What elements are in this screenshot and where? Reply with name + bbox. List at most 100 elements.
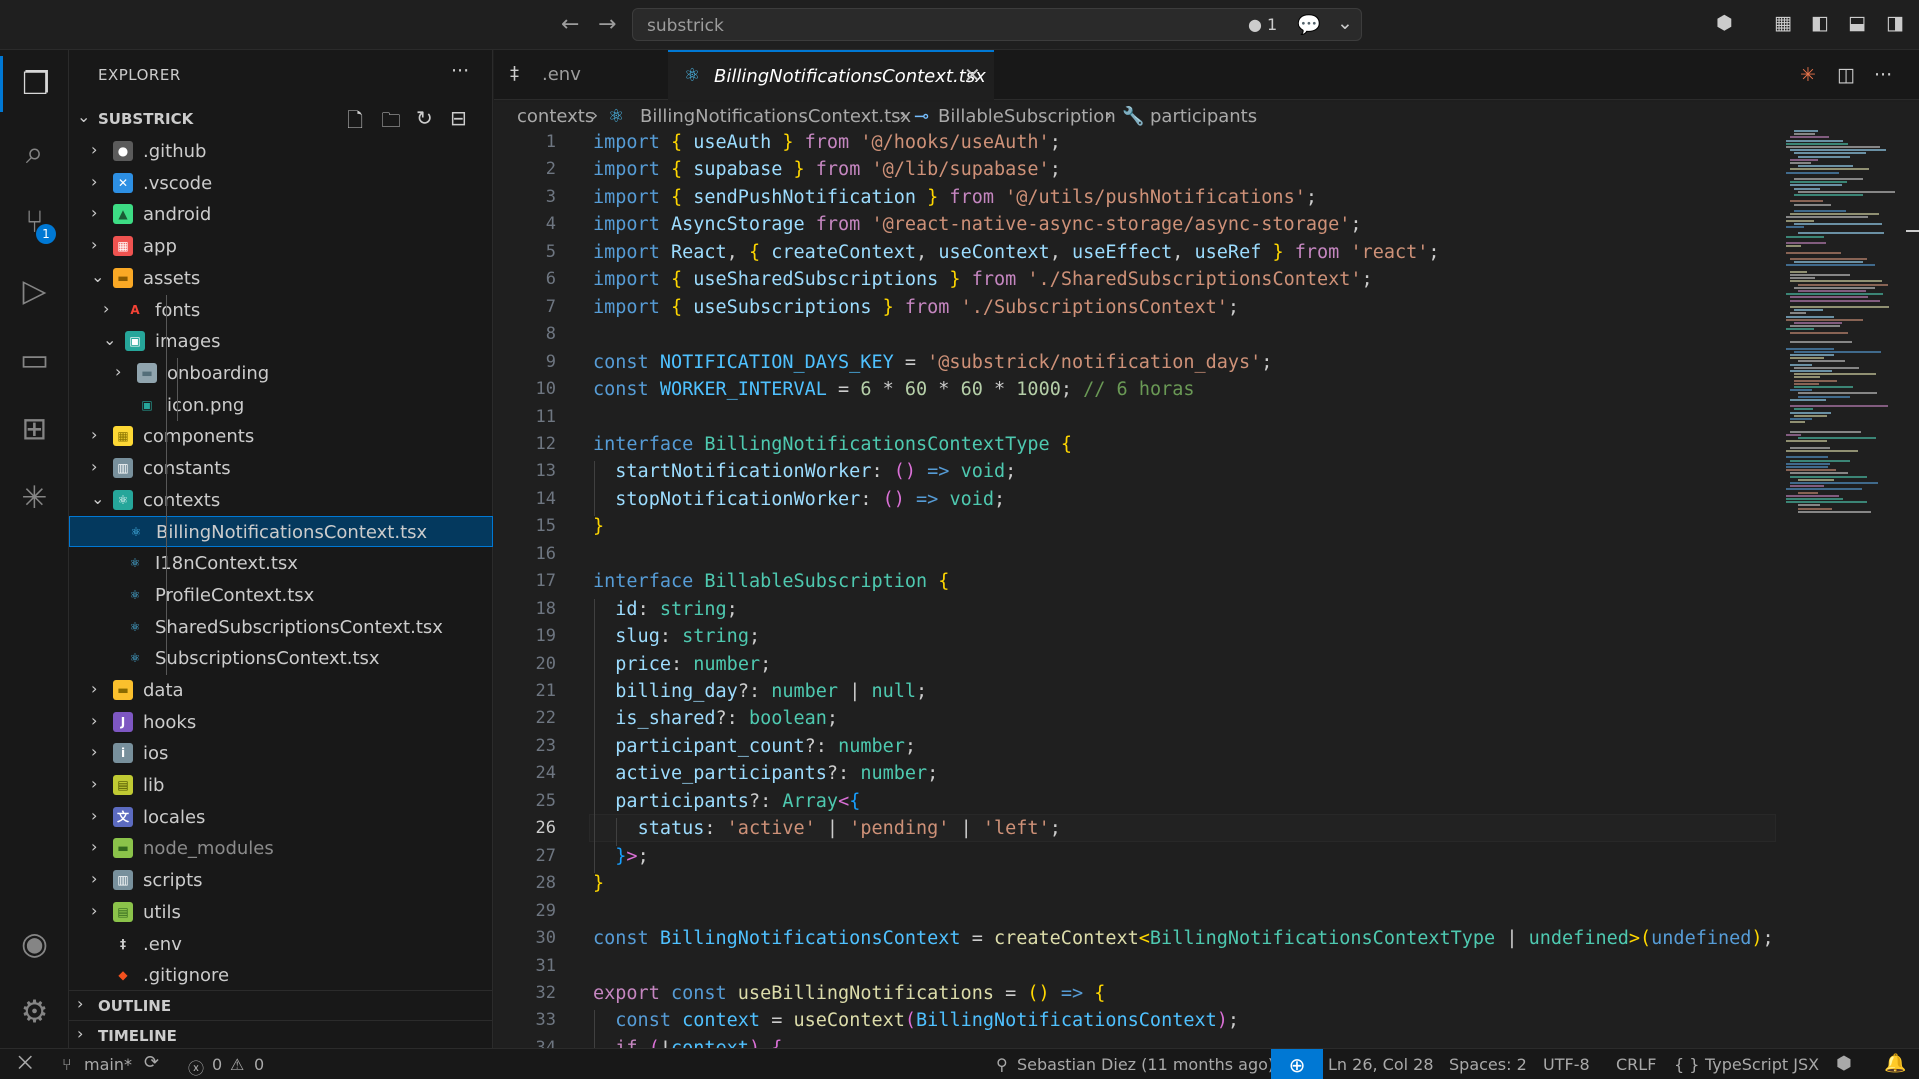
tree-item[interactable]: ◆ .gitignore [69, 960, 493, 991]
sync-icon[interactable]: ⟳ [144, 1052, 159, 1073]
more-actions-icon[interactable]: ··· [1874, 64, 1892, 86]
tree-item[interactable]: › ▬ node_modules [69, 833, 493, 864]
tree-item[interactable]: ⌄ ▣ images [69, 326, 493, 357]
chevron-down-icon[interactable]: ⌄ [1337, 12, 1353, 34]
chat-icon[interactable]: 💬 [1297, 13, 1321, 36]
cursor-position[interactable]: Ln 26, Col 28 [1328, 1055, 1434, 1074]
code-token: import [593, 269, 671, 291]
tree-item[interactable]: › ▥ constants [69, 453, 493, 484]
refresh-icon[interactable]: ↻ [416, 106, 433, 130]
remote-indicator-icon[interactable]: ⨉ [18, 1053, 32, 1074]
tree-item[interactable]: › i ios [69, 738, 493, 769]
new-file-icon[interactable]: 🗋 [347, 106, 363, 140]
toggle-secondary-sidebar-icon[interactable]: ◨ [1886, 12, 1908, 34]
claude-icon[interactable]: ✳ [0, 470, 69, 526]
code-token: const [593, 379, 660, 401]
manage-gear-icon[interactable]: ⚙ [0, 984, 69, 1040]
error-count[interactable]: 0 [212, 1055, 222, 1074]
tree-item[interactable]: › ▦ app [69, 231, 493, 262]
indentation[interactable]: Spaces: 2 [1449, 1055, 1527, 1074]
new-folder-icon[interactable]: 🗀 [381, 106, 401, 140]
code-token: is_shared [615, 708, 716, 730]
tab-env[interactable]: ‡ .env [494, 50, 668, 100]
tree-item[interactable]: › Afonts [69, 295, 493, 326]
warning-count[interactable]: 0 [254, 1055, 264, 1074]
search-text: substrick [647, 16, 724, 36]
tree-item[interactable]: › ▤ utils [69, 897, 493, 928]
minimap-line [1790, 158, 1818, 161]
accounts-icon[interactable]: ◉ [0, 916, 69, 972]
tree-item[interactable]: › ✕ .vscode [69, 168, 493, 199]
tree-item[interactable]: › Jhooks [69, 707, 493, 738]
more-actions-icon[interactable]: ··· [451, 60, 469, 82]
code-token: void [949, 488, 995, 510]
split-editor-icon[interactable]: ◫ [1837, 64, 1855, 86]
tree-item[interactable]: › ▤ lib [69, 770, 493, 801]
search-icon[interactable]: ⌕ [0, 125, 69, 181]
tree-item[interactable]: › ▥ scripts [69, 865, 493, 896]
env-file-icon: ‡ [510, 63, 519, 84]
git-branch[interactable]: main* [84, 1055, 132, 1074]
breadcrumb-interface[interactable]: BillableSubscription [938, 106, 1116, 127]
indent-guide [166, 294, 167, 517]
tree-item[interactable]: ▣ icon.png [69, 390, 493, 421]
tree-item[interactable]: ⌄ ⚛ contexts [69, 485, 493, 516]
copilot-icon[interactable]: ⬢ [1716, 12, 1738, 34]
tree-item[interactable]: › ● .github [69, 136, 493, 167]
timeline-section[interactable]: › TIMELINE [69, 1020, 493, 1050]
copilot-status-icon[interactable]: ⬢ [1836, 1053, 1852, 1074]
tree-item-label: locales [143, 806, 206, 828]
explorer-icon[interactable]: ❐ [0, 56, 69, 112]
code-editor[interactable]: 1 2 3 4 5 6 7 8 9 10 11 12 13 14 15 16 17 18 19 20 21 22 23 24 2… [494, 130, 1919, 1048]
tree-item[interactable]: ‡ .env [69, 929, 493, 960]
code-token: 'react' [1350, 241, 1429, 263]
encoding[interactable]: UTF-8 [1543, 1055, 1590, 1074]
source-control-icon[interactable]: ⑂ 1 [0, 194, 69, 250]
git-blame[interactable]: Sebastian Diez (11 months ago) [1017, 1055, 1274, 1074]
run-debug-icon[interactable]: ▷ [0, 263, 69, 319]
code-token: : [670, 653, 694, 675]
customize-layout-icon[interactable]: ▦ [1774, 12, 1796, 34]
tree-item[interactable]: › ▦ components [69, 421, 493, 452]
language-mode[interactable]: TypeScript JSX [1705, 1055, 1819, 1074]
back-arrow-icon[interactable]: ← [561, 12, 579, 37]
end-of-line[interactable]: CRLF [1616, 1055, 1656, 1074]
tree-item[interactable]: ⚛ ProfileContext.tsx [69, 580, 493, 611]
line-number-gutter: 1 2 3 4 5 6 7 8 9 10 11 12 13 14 15 16 17 18 19 20 21 22 23 24 2… [494, 130, 556, 1048]
forward-arrow-icon[interactable]: → [598, 12, 616, 37]
tree-item[interactable]: ⚛ BillingNotificationsContext.tsx [69, 516, 493, 548]
file-type-icon: ‡ [120, 936, 126, 951]
tree-item[interactable]: › ▬ data [69, 675, 493, 706]
tree-item[interactable]: ⚛ SharedSubscriptionsContext.tsx [69, 612, 493, 643]
tree-item[interactable]: › ▬ onboarding [69, 358, 493, 389]
remote-explorer-icon[interactable]: ▭ [0, 332, 69, 388]
claude-code-icon[interactable]: ✳ [1800, 64, 1816, 86]
minimap[interactable] [1786, 130, 1906, 530]
scrollbar-marker[interactable] [1906, 230, 1919, 232]
tree-item[interactable]: ⚛ SubscriptionsContext.tsx [69, 643, 493, 674]
code-token: ) [1751, 928, 1763, 950]
tree-item[interactable]: ⌄ ▬ assets [69, 263, 493, 294]
tab-billing-notifications-context[interactable]: ⚛ BillingNotificationsContext.tsx ✕ [668, 50, 994, 100]
collapse-all-icon[interactable]: ⊟ [450, 106, 467, 130]
command-center-search[interactable]: substrick ● 1 💬 ⌄ [632, 8, 1362, 41]
code-token: ! [660, 1038, 671, 1048]
tree-item[interactable]: › 文 locales [69, 802, 493, 833]
problems-badge[interactable]: ● 1 [1248, 15, 1277, 34]
workspace-root[interactable]: ⌄ SUBSTRICK 🗋 🗀 ↻ ⊟ [69, 105, 493, 133]
code-content[interactable]: import { useAuth } from '@/hooks/useAuth… [593, 130, 1843, 1048]
breadcrumb-file[interactable]: BillingNotificationsContext.tsx [640, 106, 911, 127]
breadcrumb-contexts[interactable]: contexts [517, 106, 594, 127]
breadcrumb-property[interactable]: participants [1150, 106, 1257, 127]
extensions-icon[interactable]: ⊞ [0, 401, 69, 457]
tree-item[interactable]: ⚛ I18nContext.tsx [69, 548, 493, 579]
toggle-panel-icon[interactable]: ⬓ [1848, 12, 1870, 34]
outline-section[interactable]: › OUTLINE [69, 990, 493, 1020]
close-icon[interactable]: ✕ [964, 63, 981, 87]
notifications-bell-icon[interactable]: 🔔 [1884, 1053, 1906, 1074]
zoom-icon[interactable]: ⊕ [1271, 1049, 1323, 1079]
tree-item[interactable]: › ▲ android [69, 199, 493, 230]
minimap-line [1790, 312, 1806, 315]
toggle-sidebar-icon[interactable]: ◧ [1811, 12, 1833, 34]
